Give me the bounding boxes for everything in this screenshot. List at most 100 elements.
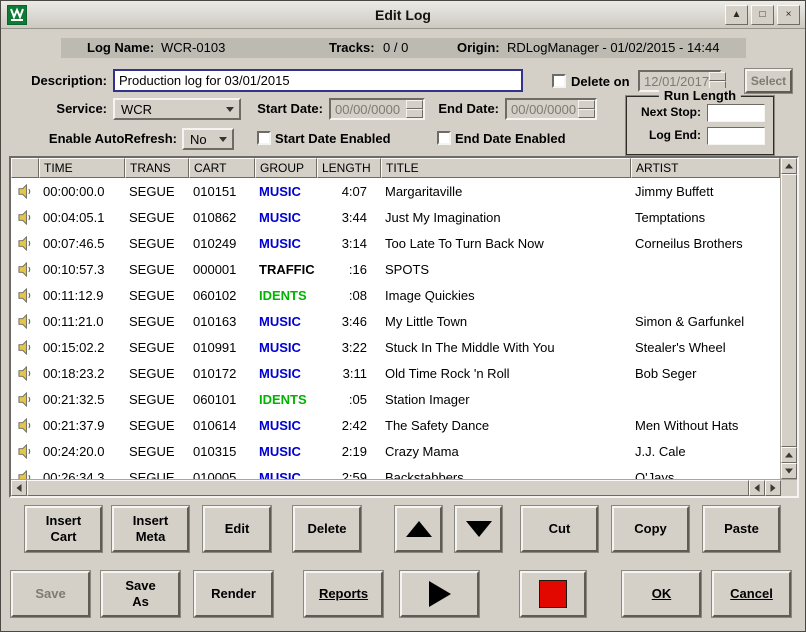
start-date-spinner[interactable]: 00/00/0000 [329,98,425,120]
row-group: IDENTS [255,392,317,407]
end-date-enabled-checkbox[interactable] [437,131,451,145]
spin-up-icon[interactable] [406,100,423,109]
spin-down-icon[interactable] [406,109,423,118]
log-row[interactable]: 00:15:02.2SEGUE010991MUSIC3:22Stuck In T… [11,334,780,360]
scroll-up-icon[interactable] [781,447,797,463]
copy-button[interactable]: Copy [612,506,689,552]
save-as-button[interactable]: Save As [101,571,180,617]
row-artist: Bob Seger [631,366,780,381]
log-row[interactable]: 00:10:57.3SEGUE000001TRAFFIC:16SPOTS [11,256,780,282]
autorefresh-label: Enable AutoRefresh: [1,131,177,146]
vertical-scrollbar[interactable] [780,158,797,479]
row-length: 3:22 [317,340,381,355]
log-row[interactable]: 00:21:37.9SEGUE010614MUSIC2:42The Safety… [11,412,780,438]
row-trans: SEGUE [125,340,189,355]
spin-up-icon[interactable] [709,72,726,81]
move-up-button[interactable] [395,506,442,552]
log-row[interactable]: 00:21:32.5SEGUE060101IDENTS:05Station Im… [11,386,780,412]
insert-meta-button[interactable]: Insert Meta [112,506,189,552]
scroll-left-icon[interactable] [749,480,765,496]
header-length[interactable]: LENGTH [317,158,381,178]
row-trans: SEGUE [125,444,189,459]
delete-on-checkbox[interactable] [552,74,566,88]
description-input[interactable] [113,69,523,92]
stop-button[interactable] [520,571,586,617]
row-group: MUSIC [255,470,317,480]
spin-up-icon[interactable] [578,100,595,109]
run-length-group: Run Length Next Stop: Log End: [626,96,774,155]
shade-icon[interactable]: ▲ [725,5,748,25]
log-name-label: Log Name: [87,38,154,58]
row-length: 4:07 [317,184,381,199]
log-row[interactable]: 00:18:23.2SEGUE010172MUSIC3:11Old Time R… [11,360,780,386]
log-row[interactable]: 00:11:21.0SEGUE010163MUSIC3:46My Little … [11,308,780,334]
play-icon [429,581,451,607]
row-trans: SEGUE [125,236,189,251]
end-date-spinner[interactable]: 00/00/0000 [505,98,597,120]
spin-down-icon[interactable] [578,109,595,118]
row-title: Image Quickies [381,288,631,303]
horizontal-scroll-thumb[interactable] [27,480,749,496]
log-row[interactable]: 00:24:20.0SEGUE010315MUSIC2:19Crazy Mama… [11,438,780,464]
scroll-right-icon[interactable] [765,480,781,496]
reports-button[interactable]: Reports [304,571,383,617]
row-time: 00:00:00.0 [39,184,125,199]
row-artist: Stealer's Wheel [631,340,780,355]
row-title: Stuck In The Middle With You [381,340,631,355]
header-group[interactable]: GROUP [255,158,317,178]
maximize-icon[interactable]: □ [751,5,774,25]
header-time[interactable]: TIME [39,158,125,178]
autorefresh-combo[interactable]: No [182,128,234,150]
cancel-button[interactable]: Cancel [712,571,791,617]
render-button[interactable]: Render [194,571,273,617]
horizontal-scrollbar[interactable] [11,480,781,496]
header-trans[interactable]: TRANS [125,158,189,178]
row-trans: SEGUE [125,184,189,199]
row-trans: SEGUE [125,366,189,381]
row-group: MUSIC [255,314,317,329]
paste-button[interactable]: Paste [703,506,780,552]
header-title[interactable]: TITLE [381,158,631,178]
cut-button[interactable]: Cut [521,506,598,552]
scroll-down-icon[interactable] [781,463,797,479]
save-button[interactable]: Save [11,571,90,617]
vertical-scroll-thumb[interactable] [781,174,797,447]
speaker-icon [11,314,39,329]
service-combo[interactable]: WCR [113,98,241,120]
end-date-enabled-label: End Date Enabled [455,131,566,146]
start-date-enabled-label: Start Date Enabled [275,131,391,146]
log-row[interactable]: 00:26:34.3SEGUE010005MUSIC2:59Backstabbe… [11,464,780,479]
row-group: MUSIC [255,210,317,225]
scroll-up-icon[interactable] [781,158,797,174]
row-length: :05 [317,392,381,407]
insert-cart-button[interactable]: Insert Cart [25,506,102,552]
log-row[interactable]: 00:07:46.5SEGUE010249MUSIC3:14Too Late T… [11,230,780,256]
header-artist[interactable]: ARTIST [631,158,780,178]
delete-button[interactable]: Delete [293,506,361,552]
ok-button[interactable]: OK [622,571,701,617]
start-date-enabled-checkbox[interactable] [257,131,271,145]
move-down-button[interactable] [455,506,502,552]
row-title: My Little Town [381,314,631,329]
row-artist: Jimmy Buffett [631,184,780,199]
row-time: 00:04:05.1 [39,210,125,225]
scroll-left-icon[interactable] [11,480,27,496]
log-row[interactable]: 00:11:12.9SEGUE060102IDENTS:08Image Quic… [11,282,780,308]
play-button[interactable] [400,571,479,617]
edit-button[interactable]: Edit [203,506,271,552]
next-stop-label: Next Stop: [627,105,701,119]
down-arrow-icon [466,521,492,537]
log-row[interactable]: 00:00:00.0SEGUE010151MUSIC4:07Margaritav… [11,178,780,204]
row-cart: 010991 [189,340,255,355]
header-cart[interactable]: CART [189,158,255,178]
row-artist: O'Jays [631,470,780,480]
row-time: 00:11:12.9 [39,288,125,303]
delete-on-date-value: 12/01/2017 [644,74,709,89]
start-date-value: 00/00/0000 [335,102,400,117]
row-cart: 010163 [189,314,255,329]
close-icon[interactable]: × [777,5,800,25]
select-date-button[interactable]: Select [745,69,792,93]
log-row[interactable]: 00:04:05.1SEGUE010862MUSIC3:44Just My Im… [11,204,780,230]
speaker-icon [11,392,39,407]
header-icon-column[interactable] [11,158,39,178]
